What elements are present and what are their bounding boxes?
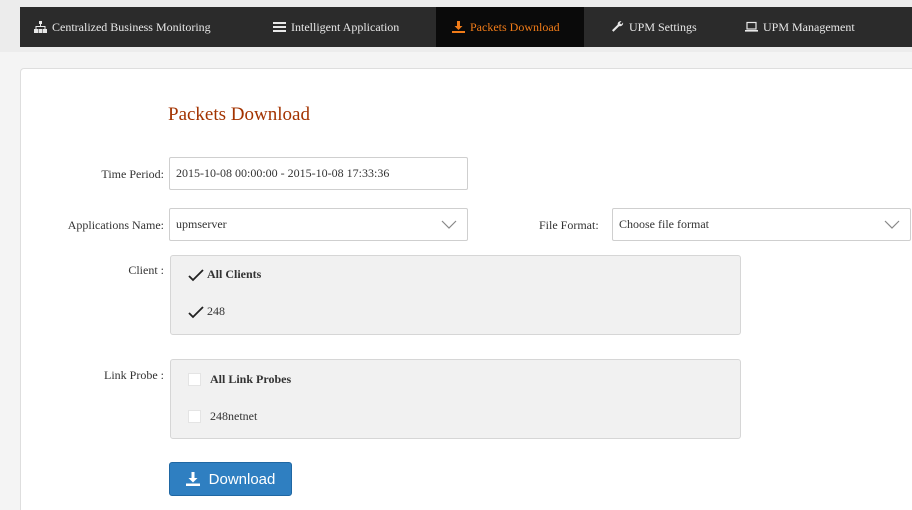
list-icon [273, 22, 286, 32]
chevron-down-icon [441, 220, 457, 229]
sitemap-icon [34, 21, 47, 33]
file-format-select[interactable]: Choose file format [612, 208, 911, 241]
applications-name-value: upmserver [176, 217, 227, 231]
checkbox-unchecked [188, 410, 201, 423]
nav-label: UPM Settings [629, 19, 697, 34]
nav-item-centralized-business-monitoring[interactable]: Centralized Business Monitoring [34, 7, 211, 47]
nav-label: Packets Download [470, 19, 560, 34]
file-format-label: File Format: [539, 218, 599, 232]
download-button-label: Download [208, 470, 276, 488]
chevron-down-icon [884, 220, 900, 229]
checkmark-icon [188, 305, 204, 318]
client-label: Client : [128, 263, 164, 277]
file-format-value: Choose file format [619, 217, 709, 231]
all-link-probes-label: All Link Probes [210, 372, 292, 386]
time-period-input[interactable]: 2015-10-08 00:00:00 - 2015-10-08 17:33:3… [169, 157, 468, 190]
wrench-icon [612, 21, 624, 32]
download-icon [452, 21, 465, 33]
all-clients-checkbox[interactable]: All Clients [188, 267, 261, 282]
nav-label: Centralized Business Monitoring [52, 19, 211, 34]
link-probe-label: Link Probe : [104, 368, 164, 382]
nav-item-intelligent-application[interactable]: Intelligent Application [273, 7, 399, 47]
download-button[interactable]: Download [169, 462, 292, 496]
laptop-icon [745, 21, 758, 32]
main-navbar: Centralized Business Monitoring Intellig… [20, 7, 912, 47]
top-nav-area: Centralized Business Monitoring Intellig… [0, 0, 912, 52]
time-period-value: 2015-10-08 00:00:00 - 2015-10-08 17:33:3… [176, 166, 390, 180]
link-probe-item-label: 248netnet [210, 409, 258, 423]
nav-item-upm-settings[interactable]: UPM Settings [611, 7, 697, 47]
nav-label: UPM Management [763, 19, 855, 34]
link-probe-checkbox-248netnet[interactable]: 248netnet [188, 409, 257, 424]
download-icon [185, 472, 200, 486]
nav-item-packets-download[interactable]: Packets Download [436, 7, 584, 47]
nav-label: Intelligent Application [291, 19, 400, 34]
applications-name-select[interactable]: upmserver [169, 208, 468, 241]
client-checkbox-248[interactable]: 248 [188, 304, 225, 319]
time-period-label: Time Period: [101, 167, 164, 181]
page-title: Packets Download [168, 104, 310, 125]
applications-name-label: Applications Name: [67, 218, 164, 232]
all-clients-label: All Clients [207, 267, 262, 281]
checkmark-icon [188, 268, 204, 281]
client-item-label: 248 [207, 304, 225, 318]
all-link-probes-checkbox[interactable]: All Link Probes [188, 372, 291, 387]
link-probe-box [170, 359, 741, 439]
checkbox-unchecked [188, 373, 201, 386]
nav-item-upm-management[interactable]: UPM Management [745, 7, 855, 47]
